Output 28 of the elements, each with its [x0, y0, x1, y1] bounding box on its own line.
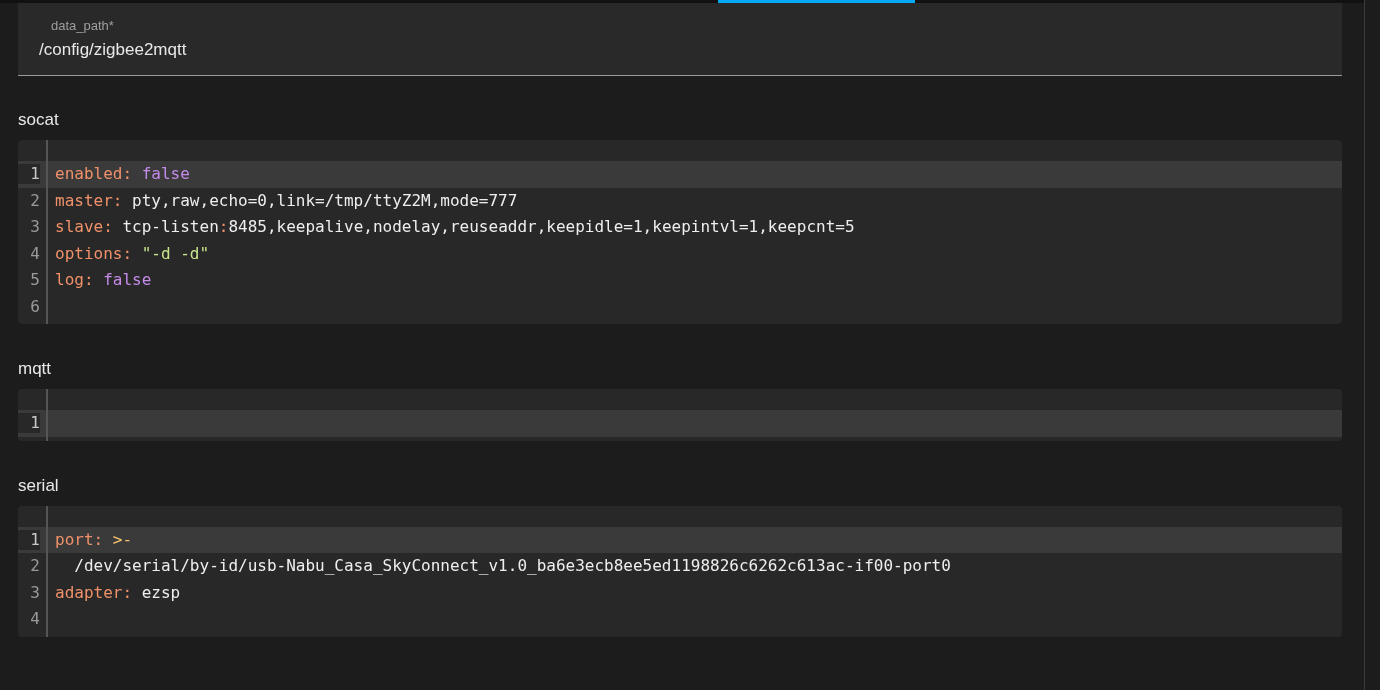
code-line: port: >- — [55, 529, 133, 550]
line-number: 6 — [29, 296, 40, 317]
line-number: 2 — [29, 190, 40, 211]
code-line: slave: tcp-listen:8485,keepalive,nodelay,reuseaddr,keepidle=1,keepintvl=1,keepcnt=5 — [55, 217, 855, 238]
code-line: /dev/serial/by-id/usb-Nabu_Casa_SkyConnect_v1.0_ba6e3ecb8ee5ed1198826c6262c613ac-if00-port0 — [73, 556, 951, 577]
line-number: 3 — [29, 582, 40, 603]
code-line: enabled: false — [55, 164, 190, 185]
line-number: 1 — [18, 529, 40, 550]
code-editor[interactable]: 1 — [18, 389, 1342, 441]
code-line: log: false — [55, 270, 152, 291]
line-number: 4 — [29, 243, 40, 264]
code-line: options: "-d -d" — [55, 243, 210, 264]
section-heading: serial — [18, 475, 60, 496]
field-label: data_path* — [51, 18, 115, 34]
section-heading: socat — [18, 110, 60, 130]
line-number: 2 — [29, 556, 40, 577]
code-editor[interactable]: 1 port: >- 2 /dev/serial/by-id/usb-Nabu_Casa_SkyConnect_v1.0_ba6e3ecb8ee5ed1198826c6262c613ac-if00-port0 3 adapter: ezsp 4 — [18, 505, 1342, 637]
field-value: /config/zigbee2mqtt — [39, 40, 188, 60]
line-number: 5 — [29, 270, 40, 291]
line-number: 3 — [29, 217, 40, 238]
line-number: 4 — [29, 609, 40, 630]
code-line: master: pty,raw,echo=0,link=/tmp/ttyZ2M,mode=777 — [55, 190, 518, 211]
line-number: 1 — [18, 164, 40, 185]
code-editor[interactable]: 1 enabled: false 2 master: pty,raw,echo=0,link=/tmp/ttyZ2M,mode=777 3 slave: tcp-listen:8485,keepalive,nodelay,reuseaddr,keepidle=1,keepintvl=1,keepcnt=5 4 options: "-d -d" 5 log: false 6 — [18, 140, 1342, 324]
line-number: 1 — [18, 413, 40, 434]
code-line: adapter: ezsp — [55, 582, 181, 603]
section-heading: mqtt — [18, 359, 53, 379]
data-path-field[interactable]: data_path* /config/zigbee2mqtt — [18, 3, 1342, 76]
